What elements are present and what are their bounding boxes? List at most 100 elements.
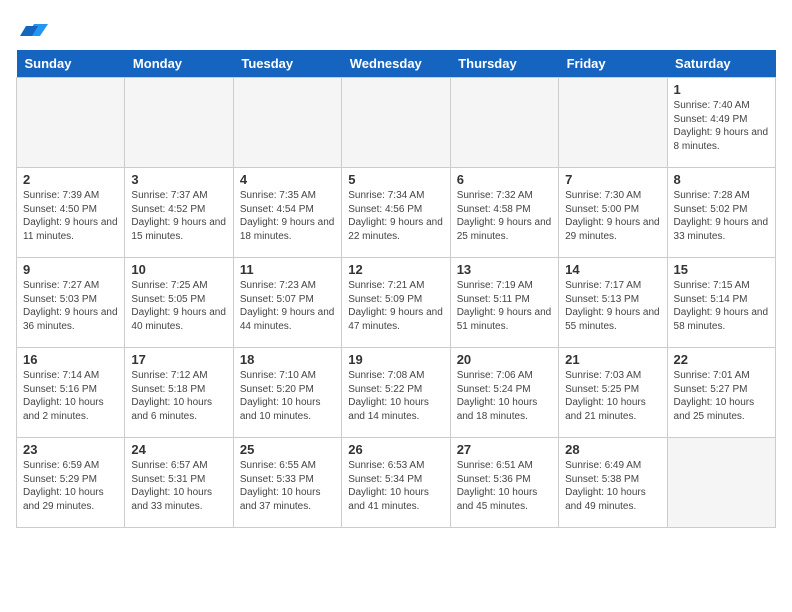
calendar-cell	[667, 438, 775, 528]
day-number: 19	[348, 352, 443, 367]
calendar-cell: 6 Sunrise: 7:32 AM Sunset: 4:58 PM Daylig…	[450, 168, 558, 258]
day-info: Sunrise: 7:30 AM Sunset: 5:00 PM Dayligh…	[565, 189, 660, 243]
day-number: 23	[23, 442, 118, 457]
calendar-cell: 5 Sunrise: 7:34 AM Sunset: 4:56 PM Daylig…	[342, 168, 450, 258]
day-number: 21	[565, 352, 660, 367]
day-info: Sunrise: 7:08 AM Sunset: 5:22 PM Dayligh…	[348, 369, 443, 423]
day-info: Sunrise: 7:14 AM Sunset: 5:16 PM Dayligh…	[23, 369, 118, 423]
column-header-saturday: Saturday	[667, 50, 775, 78]
calendar-cell: 27Sunrise: 6:51 AM Sunset: 5:36 PM Dayli…	[450, 438, 558, 528]
day-number: 16	[23, 352, 118, 367]
calendar-cell: 3 Sunrise: 7:37 AM Sunset: 4:52 PM Daylig…	[125, 168, 233, 258]
calendar-cell: 14 Sunrise: 7:17 AM Sunset: 5:13 PM Dayli…	[559, 258, 667, 348]
day-info: Sunrise: 7:19 AM Sunset: 5:11 PM Dayligh…	[457, 279, 552, 333]
day-number: 10	[131, 262, 226, 277]
day-info: Sunrise: 7:15 AM Sunset: 5:14 PM Dayligh…	[674, 279, 769, 333]
calendar-cell	[125, 78, 233, 168]
calendar-cell: 23 Sunrise: 6:59 AM Sunset: 5:29 PM Dayli…	[17, 438, 125, 528]
day-number: 28	[565, 442, 660, 457]
day-info: Sunrise: 7:23 AM Sunset: 5:07 PM Dayligh…	[240, 279, 335, 333]
calendar-table: SundayMondayTuesdayWednesdayThursdayFrid…	[16, 50, 776, 528]
calendar-cell: 28 Sunrise: 6:49 AM Sunset: 5:38 PM Dayli…	[559, 438, 667, 528]
calendar-cell: 7 Sunrise: 7:30 AM Sunset: 5:00 PM Daylig…	[559, 168, 667, 258]
calendar-cell: 15 Sunrise: 7:15 AM Sunset: 5:14 PM Dayli…	[667, 258, 775, 348]
calendar-cell: 16 Sunrise: 7:14 AM Sunset: 5:16 PM Dayli…	[17, 348, 125, 438]
day-info: Sunrise: 7:25 AM Sunset: 5:05 PM Dayligh…	[131, 279, 226, 333]
calendar-cell: 20 Sunrise: 7:06 AM Sunset: 5:24 PM Dayli…	[450, 348, 558, 438]
calendar-cell	[559, 78, 667, 168]
calendar-cell: 19 Sunrise: 7:08 AM Sunset: 5:22 PM Dayli…	[342, 348, 450, 438]
day-number: 13	[457, 262, 552, 277]
logo	[16, 16, 48, 40]
calendar-cell: 10 Sunrise: 7:25 AM Sunset: 5:05 PM Dayli…	[125, 258, 233, 348]
calendar-cell: 26 Sunrise: 6:53 AM Sunset: 5:34 PM Dayli…	[342, 438, 450, 528]
day-info: Sunrise: 6:57 AM Sunset: 5:31 PM Dayligh…	[131, 459, 226, 513]
day-number: 27	[457, 442, 552, 457]
day-number: 5	[348, 172, 443, 187]
day-number: 20	[457, 352, 552, 367]
calendar-cell: 24 Sunrise: 6:57 AM Sunset: 5:31 PM Dayli…	[125, 438, 233, 528]
day-number: 9	[23, 262, 118, 277]
day-info: Sunrise: 6:53 AM Sunset: 5:34 PM Dayligh…	[348, 459, 443, 513]
calendar-week-row: 9 Sunrise: 7:27 AM Sunset: 5:03 PM Daylig…	[17, 258, 776, 348]
day-number: 22	[674, 352, 769, 367]
calendar-cell	[233, 78, 341, 168]
day-info: Sunrise: 7:35 AM Sunset: 4:54 PM Dayligh…	[240, 189, 335, 243]
day-info: Sunrise: 7:12 AM Sunset: 5:18 PM Dayligh…	[131, 369, 226, 423]
calendar-cell: 12 Sunrise: 7:21 AM Sunset: 5:09 PM Dayli…	[342, 258, 450, 348]
calendar-cell	[342, 78, 450, 168]
day-info: Sunrise: 7:40 AM Sunset: 4:49 PM Dayligh…	[674, 99, 769, 153]
day-info: Sunrise: 7:27 AM Sunset: 5:03 PM Dayligh…	[23, 279, 118, 333]
day-info: Sunrise: 7:06 AM Sunset: 5:24 PM Dayligh…	[457, 369, 552, 423]
day-number: 17	[131, 352, 226, 367]
column-header-friday: Friday	[559, 50, 667, 78]
day-info: Sunrise: 7:32 AM Sunset: 4:58 PM Dayligh…	[457, 189, 552, 243]
day-number: 8	[674, 172, 769, 187]
day-number: 14	[565, 262, 660, 277]
day-number: 3	[131, 172, 226, 187]
calendar-week-row: 23 Sunrise: 6:59 AM Sunset: 5:29 PM Dayli…	[17, 438, 776, 528]
day-info: Sunrise: 7:10 AM Sunset: 5:20 PM Dayligh…	[240, 369, 335, 423]
page-header	[16, 16, 776, 40]
calendar-cell: 22 Sunrise: 7:01 AM Sunset: 5:27 PM Dayli…	[667, 348, 775, 438]
calendar-week-row: 2 Sunrise: 7:39 AM Sunset: 4:50 PM Daylig…	[17, 168, 776, 258]
column-header-thursday: Thursday	[450, 50, 558, 78]
day-info: Sunrise: 7:01 AM Sunset: 5:27 PM Dayligh…	[674, 369, 769, 423]
calendar-cell: 2 Sunrise: 7:39 AM Sunset: 4:50 PM Daylig…	[17, 168, 125, 258]
day-info: Sunrise: 7:37 AM Sunset: 4:52 PM Dayligh…	[131, 189, 226, 243]
calendar-cell	[450, 78, 558, 168]
day-number: 12	[348, 262, 443, 277]
calendar-cell: 9 Sunrise: 7:27 AM Sunset: 5:03 PM Daylig…	[17, 258, 125, 348]
day-number: 11	[240, 262, 335, 277]
day-info: Sunrise: 7:21 AM Sunset: 5:09 PM Dayligh…	[348, 279, 443, 333]
calendar-cell: 8 Sunrise: 7:28 AM Sunset: 5:02 PM Daylig…	[667, 168, 775, 258]
logo-icon	[20, 16, 48, 40]
day-info: Sunrise: 7:39 AM Sunset: 4:50 PM Dayligh…	[23, 189, 118, 243]
calendar-cell: 4 Sunrise: 7:35 AM Sunset: 4:54 PM Daylig…	[233, 168, 341, 258]
calendar-cell: 17 Sunrise: 7:12 AM Sunset: 5:18 PM Dayli…	[125, 348, 233, 438]
day-info: Sunrise: 7:03 AM Sunset: 5:25 PM Dayligh…	[565, 369, 660, 423]
day-number: 24	[131, 442, 226, 457]
calendar-cell: 1 Sunrise: 7:40 AM Sunset: 4:49 PM Daylig…	[667, 78, 775, 168]
calendar-week-row: 1 Sunrise: 7:40 AM Sunset: 4:49 PM Daylig…	[17, 78, 776, 168]
day-info: Sunrise: 7:28 AM Sunset: 5:02 PM Dayligh…	[674, 189, 769, 243]
day-number: 15	[674, 262, 769, 277]
calendar-header-row: SundayMondayTuesdayWednesdayThursdayFrid…	[17, 50, 776, 78]
day-info: Sunrise: 7:17 AM Sunset: 5:13 PM Dayligh…	[565, 279, 660, 333]
day-info: Sunrise: 6:59 AM Sunset: 5:29 PM Dayligh…	[23, 459, 118, 513]
day-number: 26	[348, 442, 443, 457]
day-number: 2	[23, 172, 118, 187]
day-number: 7	[565, 172, 660, 187]
day-info: Sunrise: 7:34 AM Sunset: 4:56 PM Dayligh…	[348, 189, 443, 243]
calendar-cell: 13 Sunrise: 7:19 AM Sunset: 5:11 PM Dayli…	[450, 258, 558, 348]
column-header-monday: Monday	[125, 50, 233, 78]
calendar-week-row: 16 Sunrise: 7:14 AM Sunset: 5:16 PM Dayli…	[17, 348, 776, 438]
calendar-cell: 25Sunrise: 6:55 AM Sunset: 5:33 PM Dayli…	[233, 438, 341, 528]
day-number: 4	[240, 172, 335, 187]
calendar-cell: 11 Sunrise: 7:23 AM Sunset: 5:07 PM Dayli…	[233, 258, 341, 348]
day-number: 6	[457, 172, 552, 187]
day-number: 1	[674, 82, 769, 97]
day-info: Sunrise: 6:49 AM Sunset: 5:38 PM Dayligh…	[565, 459, 660, 513]
day-number: 25	[240, 442, 335, 457]
calendar-cell: 21 Sunrise: 7:03 AM Sunset: 5:25 PM Dayli…	[559, 348, 667, 438]
